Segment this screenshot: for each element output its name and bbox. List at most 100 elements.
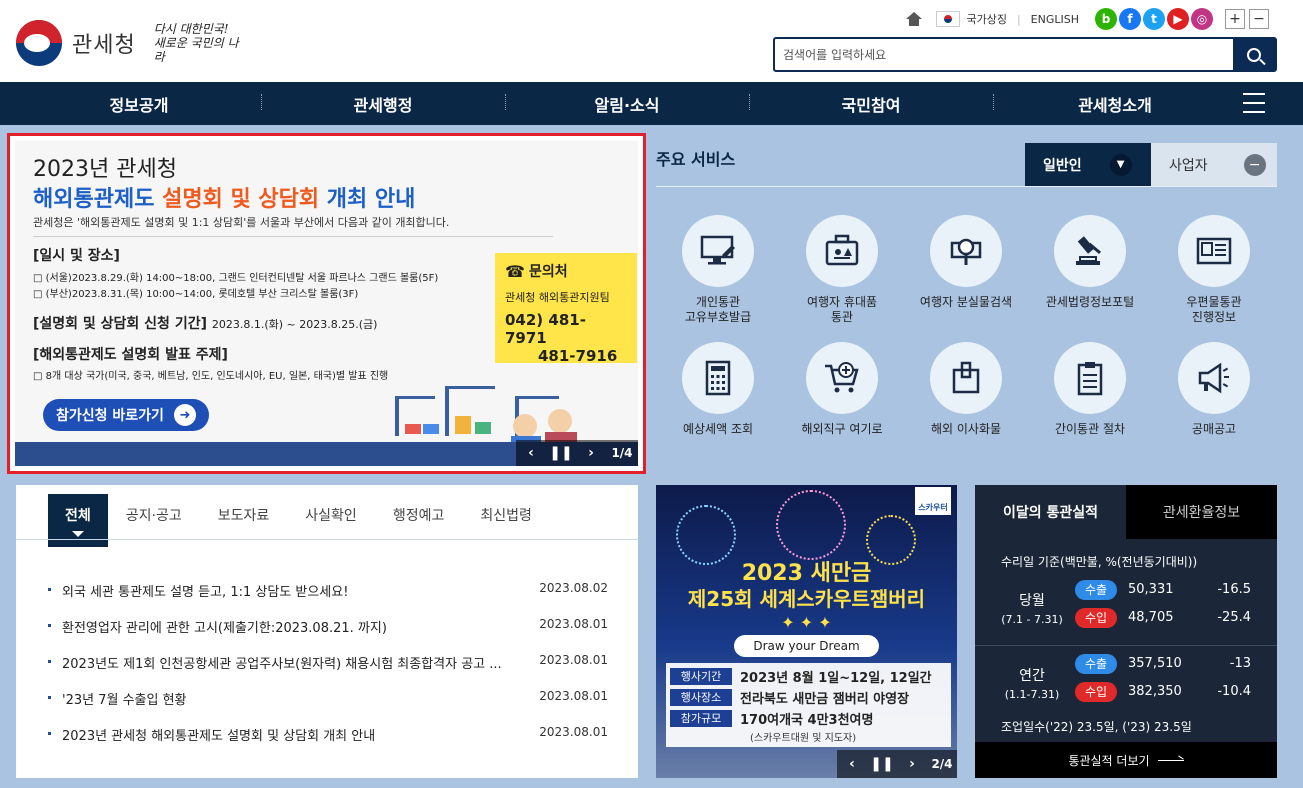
service-traveler-goods[interactable]: 여행자 휴대품 통관 <box>780 215 904 325</box>
tab-monthly-stats[interactable]: 이달의 통관실적 <box>975 485 1126 539</box>
service-direct-purchase[interactable]: 해외직구 여기로 <box>780 342 904 437</box>
twitter-icon[interactable]: t <box>1143 8 1165 30</box>
nav-item-info[interactable]: 정보공개 <box>17 92 261 116</box>
services-tabs: 일반인 ▼ 사업자 − <box>1025 143 1277 186</box>
tab-exchange-rate[interactable]: 관세환율정보 <box>1126 485 1277 539</box>
tab-general[interactable]: 일반인 ▼ <box>1025 143 1151 186</box>
next-slide-button[interactable]: › <box>897 750 927 778</box>
magnifier-box-icon <box>950 238 982 265</box>
banner-controls: ‹ ❚❚ › 1/4 <box>516 440 638 466</box>
banner-line-seoul: □ (서울)2023.8.29.(화) 14:00~18:00, 그랜드 인터컨… <box>33 273 439 284</box>
list-item[interactable]: '23년 7월 수출입 현황 2023.08.01 <box>46 689 608 725</box>
list-item[interactable]: 2023년 관세청 해외통관제도 설명회 및 상담회 개최 안내 2023.08.… <box>46 725 608 761</box>
import-badge: 수입 <box>1075 608 1117 628</box>
national-symbol-link[interactable]: 국가상징 <box>966 11 1006 27</box>
minus-icon: − <box>1243 153 1266 176</box>
yearly-period: 연간 (1.1-7.31) <box>1004 668 1060 701</box>
services-grid: 개인통관 고유부호발급 여행자 휴대품 통관 여행자 분실물검색 관세법령정보포털 … <box>656 210 1277 450</box>
banner-heading-period: [설명회 및 상담회 신청 기간] 2023.8.1.(화) ~ 2023.8.… <box>33 316 378 332</box>
yearly-import-rate: -10.4 <box>1217 684 1251 699</box>
yearly-export-value: 357,510 <box>1128 656 1182 671</box>
list-item[interactable]: 환전영업자 관리에 관한 고시(제출기한:2023.08.21. 까지) 2023… <box>46 617 608 653</box>
yearly-import-value: 382,350 <box>1128 684 1182 699</box>
arrow-right-icon: ➜ <box>173 404 196 426</box>
english-link[interactable]: ENGLISH <box>1031 13 1079 26</box>
yearly-export-rate: -13 <box>1229 656 1251 671</box>
promo-controls: ‹ ❚❚ › 2/4 <box>837 750 957 778</box>
logo-name: 관세청 <box>72 33 136 58</box>
utility-bar: 국가상징 | ENGLISH b f t ▶ ◎ + − <box>906 8 1269 30</box>
pause-button[interactable]: ❚❚ <box>867 750 897 778</box>
gavel-icon <box>1076 236 1102 265</box>
blog-icon[interactable]: b <box>1095 8 1117 30</box>
list-item[interactable]: 외국 세관 통관제도 설명 듣고, 1:1 상담도 받으세요! 2023.08.0… <box>46 581 608 617</box>
nav-item-news[interactable]: 알림·소식 <box>505 92 749 116</box>
service-postal[interactable]: 우편물통관 진행정보 <box>1152 215 1276 325</box>
zoom-in-button[interactable]: + <box>1225 9 1245 29</box>
main-banner[interactable]: 2023년 관세청 해외통관제도 설명회 및 상담회 개최 안내 관세청은 '해… <box>7 133 646 474</box>
banner-title: 해외통관제도 설명회 및 상담회 개최 안내 <box>33 187 416 212</box>
search-box <box>773 37 1277 72</box>
import-badge: 수입 <box>1075 682 1117 702</box>
promo-title: 제25회 세계스카우트잼버리 <box>687 587 926 611</box>
service-lost-items[interactable]: 여행자 분실물검색 <box>904 215 1028 310</box>
search-icon <box>1247 47 1261 62</box>
banner-line-busan: □ (부산)2023.8.31.(목) 10:00~14:00, 롯데호텔 부산… <box>33 289 359 300</box>
box-icon <box>952 361 980 394</box>
news-panel: 전체 공지·공고 보도자료 사실확인 행정예고 최신법령 외국 세관 통관제도 … <box>16 485 638 778</box>
apply-button[interactable]: 참가신청 바로가기 ➜ <box>43 399 209 431</box>
nav-item-customs-admin[interactable]: 관세행정 <box>261 92 505 116</box>
search-button[interactable] <box>1233 39 1275 70</box>
promo-counter: 2/4 <box>931 757 953 771</box>
youtube-icon[interactable]: ▶ <box>1167 8 1189 30</box>
monthly-import-value: 48,705 <box>1128 610 1174 625</box>
banner-heading-schedule: [일시 및 장소] <box>33 248 120 264</box>
computer-icon <box>700 235 735 265</box>
service-moving-goods[interactable]: 해외 이사화물 <box>904 342 1028 437</box>
nav-item-about[interactable]: 관세청소개 <box>993 92 1237 116</box>
service-law-portal[interactable]: 관세법령정보포털 <box>1028 215 1152 310</box>
promo-dream: Draw your Dream <box>734 635 879 657</box>
instagram-icon[interactable]: ◎ <box>1191 8 1213 30</box>
customs-stats-panel: 이달의 통관실적 관세환율정보 수리일 기준(백만불, %(전년동기대비)) 당… <box>975 485 1277 778</box>
arrow-right-icon <box>1157 759 1184 761</box>
export-badge: 수출 <box>1075 654 1117 674</box>
service-simple-clearance[interactable]: 간이통관 절차 <box>1028 342 1152 437</box>
stats-basis: 수리일 기준(백만불, %(전년동기대비)) <box>1001 555 1198 569</box>
news-list: 외국 세관 통관제도 설명 듣고, 1:1 상담도 받으세요! 2023.08.0… <box>46 581 608 761</box>
taegeuk-logo-icon <box>16 20 62 66</box>
prev-slide-button[interactable]: ‹ <box>516 440 546 466</box>
service-tax-estimate[interactable]: 예상세액 조회 <box>656 342 780 437</box>
list-item[interactable]: 2023년도 제1회 인천공항세관 공업주사보(원자력) 채용시험 최종합격자 … <box>46 653 608 689</box>
prev-slide-button[interactable]: ‹ <box>837 750 867 778</box>
hamburger-menu-icon[interactable] <box>1243 93 1265 113</box>
search-input[interactable] <box>783 45 1223 65</box>
facebook-icon[interactable]: f <box>1119 8 1141 30</box>
banner-counter: 1/4 <box>611 446 633 460</box>
main-nav: 정보공개 관세행정 알림·소식 국민참여 관세청소개 <box>0 82 1303 125</box>
service-public-auction[interactable]: 공매공고 <box>1152 342 1276 437</box>
banner-heading-topics: [해외통관제도 설명회 발표 주제] <box>33 347 228 363</box>
nav-item-participation[interactable]: 국민참여 <box>749 92 993 116</box>
postal-icon <box>1196 237 1232 265</box>
working-days: 조업일수('22) 23.5일, ('23) 23.5일 <box>1001 720 1192 734</box>
suitcase-icon <box>825 234 859 266</box>
banner-desc: 관세청은 '해외통관제도 설명회 및 1:1 상담회'를 서울과 부산에서 다음… <box>33 214 553 237</box>
monthly-period: 당월 (7.1 - 7.31) <box>1001 593 1063 626</box>
tab-business[interactable]: 사업자 − <box>1151 143 1277 186</box>
export-badge: 수출 <box>1075 580 1117 600</box>
services-title: 주요 서비스 <box>656 150 736 169</box>
zoom-out-button[interactable]: − <box>1249 9 1269 29</box>
phone-icon: ☎ <box>505 261 525 281</box>
banner-line-topics: □ 8개 대상 국가(미국, 중국, 베트남, 인도, 인도네시아, EU, 일… <box>33 371 389 382</box>
pause-button[interactable]: ❚❚ <box>546 440 576 466</box>
logo-slogan: 다시 대한민국! 새로운 국민의 나라 <box>153 22 239 64</box>
stats-more-button[interactable]: 통관실적 더보기 <box>975 742 1277 778</box>
service-personal-code[interactable]: 개인통관 고유부호발급 <box>656 215 780 325</box>
home-icon[interactable] <box>906 12 923 26</box>
monthly-export-rate: -16.5 <box>1217 582 1251 597</box>
jamboree-banner[interactable]: 스카우터 2023 새만금 제25회 세계스카우트잼버리 ✦ ✦ ✦ Draw … <box>656 485 957 778</box>
next-slide-button[interactable]: › <box>576 440 606 466</box>
site-logo[interactable]: 관세청 다시 대한민국! 새로운 국민의 나라 <box>16 20 244 66</box>
monthly-import-rate: -25.4 <box>1217 610 1251 625</box>
